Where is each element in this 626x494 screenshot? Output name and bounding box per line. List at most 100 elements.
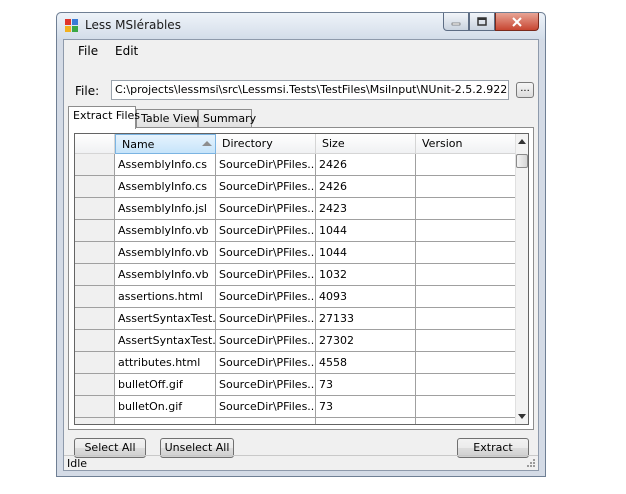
cell-size[interactable]: 27302 [316,330,416,352]
cell-size[interactable]: 2423 [316,198,416,220]
cell-version[interactable] [416,220,517,242]
row-selector[interactable] [75,418,115,424]
cell-size[interactable]: 1044 [316,220,416,242]
cell-name[interactable]: assertions.html [115,286,216,308]
table-row[interactable]: bulletOn.gif SourceDir\PFiles... 73 [75,396,517,418]
cell-directory[interactable]: SourceDir\PFiles... [216,176,316,198]
cell-name[interactable]: attributes.html [115,352,216,374]
cell-version[interactable] [416,396,517,418]
scroll-down-icon[interactable] [518,414,526,419]
cell-size[interactable]: 4093 [316,286,416,308]
cell-directory[interactable]: SourceDir\PFiles... [216,154,316,176]
cell-version[interactable] [416,286,517,308]
cell-directory[interactable]: SourceDir\PFiles... [216,330,316,352]
cell-version[interactable] [416,308,517,330]
cell-name[interactable]: AssemblyInfo.vb [115,264,216,286]
minimize-button[interactable] [443,13,469,31]
resize-grip-icon[interactable] [526,458,536,468]
table-row[interactable]: AssemblyInfo.vb SourceDir\PFiles... 1032 [75,264,517,286]
table-row[interactable]: AssemblyInfo.vb SourceDir\PFiles... 1044 [75,242,517,264]
cell-name[interactable]: categories.html [115,418,216,424]
cell-name[interactable]: AssemblyInfo.vb [115,220,216,242]
cell-name[interactable]: bulletOff.gif [115,374,216,396]
cell-version[interactable] [416,176,517,198]
table-row[interactable]: bulletOff.gif SourceDir\PFiles... 73 [75,374,517,396]
cell-size[interactable]: 1032 [316,264,416,286]
browse-button[interactable]: ... [516,82,534,98]
cell-directory[interactable]: SourceDir\PFiles... [216,286,316,308]
cell-size[interactable]: 73 [316,374,416,396]
table-row[interactable]: AssertSyntaxTest... SourceDir\PFiles... 27… [75,308,517,330]
row-selector[interactable] [75,198,115,220]
close-button[interactable] [495,13,539,31]
cell-size[interactable]: 2426 [316,154,416,176]
menu-file[interactable]: File [78,44,98,58]
header-version[interactable]: Version [416,134,517,154]
tab-summary[interactable]: Summary [198,109,256,128]
maximize-button[interactable] [469,13,495,31]
cell-directory[interactable]: SourceDir\PFiles... [216,264,316,286]
row-selector[interactable] [75,286,115,308]
row-selector[interactable] [75,374,115,396]
app-icon[interactable] [65,19,79,33]
table-row[interactable]: AssertSyntaxTest... SourceDir\PFiles... 27… [75,330,517,352]
row-selector[interactable] [75,220,115,242]
row-selector[interactable] [75,330,115,352]
cell-size[interactable]: 2426 [316,176,416,198]
menu-edit[interactable]: Edit [115,44,138,58]
cell-name[interactable]: AssemblyInfo.jsl [115,198,216,220]
cell-directory[interactable]: SourceDir\PFiles... [216,396,316,418]
table-row[interactable]: AssemblyInfo.vb SourceDir\PFiles... 1044 [75,220,517,242]
cell-name[interactable]: AssemblyInfo.cs [115,154,216,176]
cell-size[interactable]: 73 [316,396,416,418]
table-row[interactable]: AssemblyInfo.cs SourceDir\PFiles... 2426 [75,176,517,198]
cell-name[interactable]: bulletOn.gif [115,396,216,418]
grid-vertical-scrollbar[interactable] [515,134,528,424]
row-selector[interactable] [75,176,115,198]
cell-directory[interactable]: SourceDir\PFiles... [216,418,316,424]
row-selector[interactable] [75,352,115,374]
table-row[interactable]: attributes.html SourceDir\PFiles... 4558 [75,352,517,374]
cell-directory[interactable]: SourceDir\PFiles... [216,198,316,220]
cell-name[interactable]: AssemblyInfo.cs [115,176,216,198]
row-selector[interactable] [75,264,115,286]
file-path-input[interactable]: C:\projects\lessmsi\src\Lessmsi.Tests\Te… [111,80,509,100]
scroll-thumb[interactable] [516,154,528,168]
cell-size[interactable]: 27133 [316,308,416,330]
cell-version[interactable] [416,242,517,264]
header-name[interactable]: Name [115,134,216,154]
tab-table-view[interactable]: Table View [136,109,199,128]
row-selector[interactable] [75,154,115,176]
cell-directory[interactable]: SourceDir\PFiles... [216,352,316,374]
title-bar[interactable]: Less MSIérables [57,13,545,39]
row-selector[interactable] [75,242,115,264]
cell-version[interactable] [416,330,517,352]
scroll-up-icon[interactable] [518,139,526,144]
row-selector[interactable] [75,308,115,330]
cell-directory[interactable]: SourceDir\PFiles... [216,220,316,242]
header-size[interactable]: Size [316,134,416,154]
cell-name[interactable]: AssemblyInfo.vb [115,242,216,264]
cell-version[interactable] [416,374,517,396]
table-row[interactable]: categories.htmlSourceDir\PFiles...8542 [75,418,517,424]
cell-size[interactable]: 1044 [316,242,416,264]
cell-directory[interactable]: SourceDir\PFiles... [216,308,316,330]
cell-size[interactable]: 8542 [316,418,416,424]
files-grid[interactable]: Name Directory Size Version AssemblyInfo… [74,133,529,425]
cell-version[interactable] [416,198,517,220]
table-row[interactable]: AssemblyInfo.cs SourceDir\PFiles... 2426 [75,154,517,176]
cell-version[interactable] [416,418,517,424]
cell-version[interactable] [416,352,517,374]
table-row[interactable]: AssemblyInfo.jsl SourceDir\PFiles... 2423 [75,198,517,220]
cell-name[interactable]: AssertSyntaxTest... [115,330,216,352]
row-selector[interactable] [75,396,115,418]
header-directory[interactable]: Directory [216,134,316,154]
cell-directory[interactable]: SourceDir\PFiles... [216,374,316,396]
tab-extract-files[interactable]: Extract Files [68,106,140,129]
cell-name[interactable]: AssertSyntaxTest... [115,308,216,330]
cell-size[interactable]: 4558 [316,352,416,374]
table-row[interactable]: assertions.html SourceDir\PFiles... 4093 [75,286,517,308]
cell-version[interactable] [416,264,517,286]
cell-version[interactable] [416,154,517,176]
cell-directory[interactable]: SourceDir\PFiles... [216,242,316,264]
